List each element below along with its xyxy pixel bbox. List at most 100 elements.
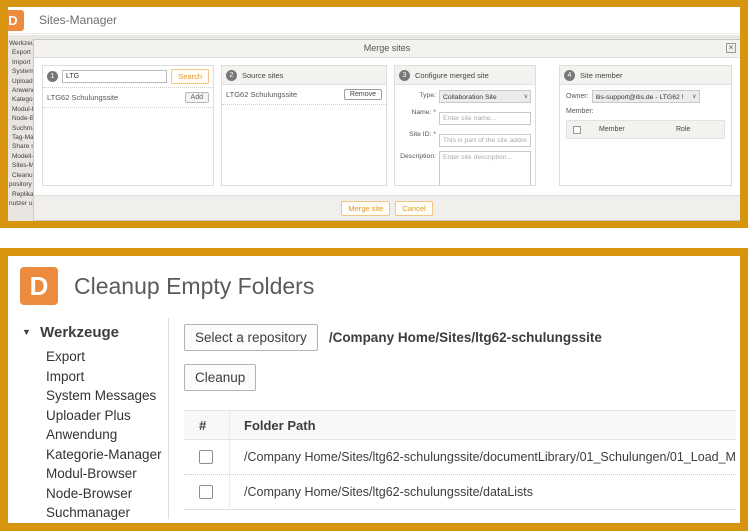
sidebar-item-cleanup-folders[interactable]: Cleanup Fo — [8, 171, 33, 180]
sidebar-item-uploader-plus[interactable]: Uploader Plus — [22, 406, 164, 426]
repository-row: Select a repository /Company Home/Sites/… — [184, 324, 736, 351]
source-site-row: LTG62 Schulungssite Remove — [222, 85, 386, 105]
sidebar-item-export[interactable]: Export — [22, 347, 164, 367]
row-checkbox[interactable] — [199, 450, 213, 464]
sidebar-item-replikation[interactable]: Replikation — [8, 190, 33, 199]
cleanup-button[interactable]: Cleanup — [184, 364, 256, 391]
chevron-down-icon: ∨ — [692, 93, 696, 102]
sidebar-divider — [168, 318, 169, 519]
site-id-field[interactable] — [439, 134, 531, 147]
sidebar-item-modul-browser[interactable]: Modul-Bro — [8, 105, 33, 114]
folder-path-cell: /Company Home/Sites/ltg62-schulungssite/… — [230, 440, 736, 474]
sidebar-item-system-messages[interactable]: System Me — [8, 67, 33, 76]
main-area: Select a repository /Company Home/Sites/… — [184, 324, 736, 523]
triangle-down-icon: ▼ — [22, 327, 31, 337]
cancel-button[interactable]: Cancel — [395, 201, 432, 216]
sidebar-item-tag-manager[interactable]: Tag-Manager — [22, 523, 164, 524]
step-configure-site: 3 Configure merged site Type: Collaborat… — [394, 65, 536, 186]
search-button[interactable]: Search — [171, 69, 209, 84]
search-result-label: LTG62 Schulungssite — [47, 93, 185, 102]
description-field[interactable] — [439, 151, 531, 186]
member-column-header: Member — [581, 126, 676, 133]
sidebar-item-node-browser[interactable]: Node-Brow — [8, 114, 33, 123]
step4-title: Site member — [580, 71, 623, 80]
step2-title: Source sites — [242, 71, 283, 80]
sidebar-item-node-browser[interactable]: Node-Browser — [22, 484, 164, 504]
sidebar-item-uploader-plus[interactable]: Uploader P — [8, 77, 33, 86]
sidebar-section-werkzeuge[interactable]: Werkzeu — [8, 39, 33, 48]
sidebar-item-modul-browser[interactable]: Modul-Browser — [22, 464, 164, 484]
source-site-label: LTG62 Schulungssite — [226, 90, 344, 99]
select-repository-button[interactable]: Select a repository — [184, 324, 318, 351]
select-all-checkbox[interactable] — [573, 126, 581, 134]
sidebar-section-benutzer[interactable]: nutzer un — [8, 199, 33, 208]
app-header: D Sites-Manager — [8, 7, 740, 34]
page-title: Cleanup Empty Folders — [74, 273, 314, 300]
remove-button[interactable]: Remove — [344, 89, 382, 100]
dialog-body: 1 Search LTG62 Schulungssite Add 2 Sourc — [34, 58, 740, 195]
sidebar-item-anwendung[interactable]: Anwendun — [8, 86, 33, 95]
dialog-footer: Merge site Cancel — [34, 195, 740, 220]
number-column-header: # — [184, 411, 230, 439]
sidebar-item-modell-manager[interactable]: Modell-Ma — [8, 152, 33, 161]
sidebar-item-import[interactable]: Import — [22, 367, 164, 387]
step4-header: 4 Site member — [560, 66, 731, 85]
step-source-sites: 2 Source sites LTG62 Schulungssite Remov… — [221, 65, 387, 186]
row-checkbox[interactable] — [199, 485, 213, 499]
page-header: D Cleanup Empty Folders — [8, 256, 740, 316]
role-column-header: Role — [676, 126, 718, 133]
sidebar-item-export[interactable]: Export — [8, 48, 33, 57]
sites-manager-app: D Sites-Manager Werkzeu Export Import Sy… — [8, 7, 740, 221]
sidebar-section-label: Werkzeuge — [40, 324, 119, 341]
sidebar-item-tag-manager[interactable]: Tag-Manag — [8, 133, 33, 142]
sidebar: Werkzeu Export Import System Me Uploader… — [8, 39, 33, 221]
cleanup-app: D Cleanup Empty Folders ▼ Werkzeuge Expo… — [8, 256, 740, 523]
type-select[interactable]: Collaboration Site ∨ — [439, 90, 531, 103]
cleanup-row: Cleanup — [184, 364, 736, 391]
close-icon[interactable]: × — [726, 43, 736, 53]
sidebar-item-anwendung[interactable]: Anwendung — [22, 425, 164, 445]
dimmed-backdrop: Werkzeu Export Import System Me Uploader… — [8, 35, 740, 221]
owner-select-value: itis-support@itis.de - LTG62 ! — [596, 94, 684, 101]
sidebar: ▼ Werkzeuge Export Import System Message… — [22, 324, 164, 523]
configure-form: Type: Collaboration Site ∨ Name: * — [395, 85, 535, 186]
type-select-value: Collaboration Site — [443, 94, 497, 101]
folder-table-header: # Folder Path — [184, 411, 736, 440]
sidebar-item-suchmanager[interactable]: Suchmana — [8, 124, 33, 133]
sidebar-item-share-statistics[interactable]: Share stati — [8, 142, 33, 151]
sidebar-section-werkzeuge[interactable]: ▼ Werkzeuge — [22, 324, 164, 341]
step-site-member: 4 Site member Owner: itis-support@itis.d… — [559, 65, 732, 186]
folder-table: # Folder Path /Company Home/Sites/ltg62-… — [184, 410, 736, 510]
chevron-down-icon: ∨ — [524, 93, 528, 102]
sidebar-item-kategorie-manager[interactable]: Kategorie- — [8, 95, 33, 104]
search-result-row: LTG62 Schulungssite Add — [43, 88, 213, 108]
page-content: ▼ Werkzeuge Export Import System Message… — [8, 318, 740, 523]
table-row: /Company Home/Sites/ltg62-schulungssite/… — [184, 475, 736, 510]
sidebar-item-import[interactable]: Import — [8, 58, 33, 67]
step2-header: 2 Source sites — [222, 66, 386, 85]
site-id-label: Site ID: * — [395, 129, 439, 147]
dialog-title: Merge sites — [364, 43, 411, 53]
step3-number-badge: 3 — [399, 70, 410, 81]
sidebar-item-sites-manager[interactable]: Sites-Mana — [8, 161, 33, 170]
sidebar-section-repository[interactable]: pository — [8, 180, 33, 189]
step-search-sites: 1 Search LTG62 Schulungssite Add — [42, 65, 214, 186]
sidebar-item-kategorie-manager[interactable]: Kategorie-Manager — [22, 445, 164, 465]
page-title: Sites-Manager — [39, 7, 117, 34]
type-label: Type: — [395, 90, 439, 103]
owner-select[interactable]: itis-support@itis.de - LTG62 ! ∨ — [592, 90, 700, 103]
step2-number-badge: 2 — [226, 70, 237, 81]
repository-path: /Company Home/Sites/ltg62-schulungssite — [329, 330, 602, 345]
site-search-input[interactable] — [62, 70, 167, 83]
merge-site-button[interactable]: Merge site — [341, 201, 390, 216]
merge-sites-dialog: Merge sites × 1 Search LTG62 Schulungssi… — [33, 39, 740, 221]
site-search-row: 1 Search — [43, 66, 213, 88]
app-logo: D — [20, 267, 58, 305]
member-table-header: Member Role — [566, 120, 725, 139]
add-button[interactable]: Add — [185, 92, 209, 103]
sidebar-item-system-messages[interactable]: System Messages — [22, 386, 164, 406]
step3-header: 3 Configure merged site — [395, 66, 535, 85]
sidebar-item-suchmanager[interactable]: Suchmanager — [22, 503, 164, 523]
name-field[interactable] — [439, 112, 531, 125]
step3-title: Configure merged site — [415, 71, 489, 80]
